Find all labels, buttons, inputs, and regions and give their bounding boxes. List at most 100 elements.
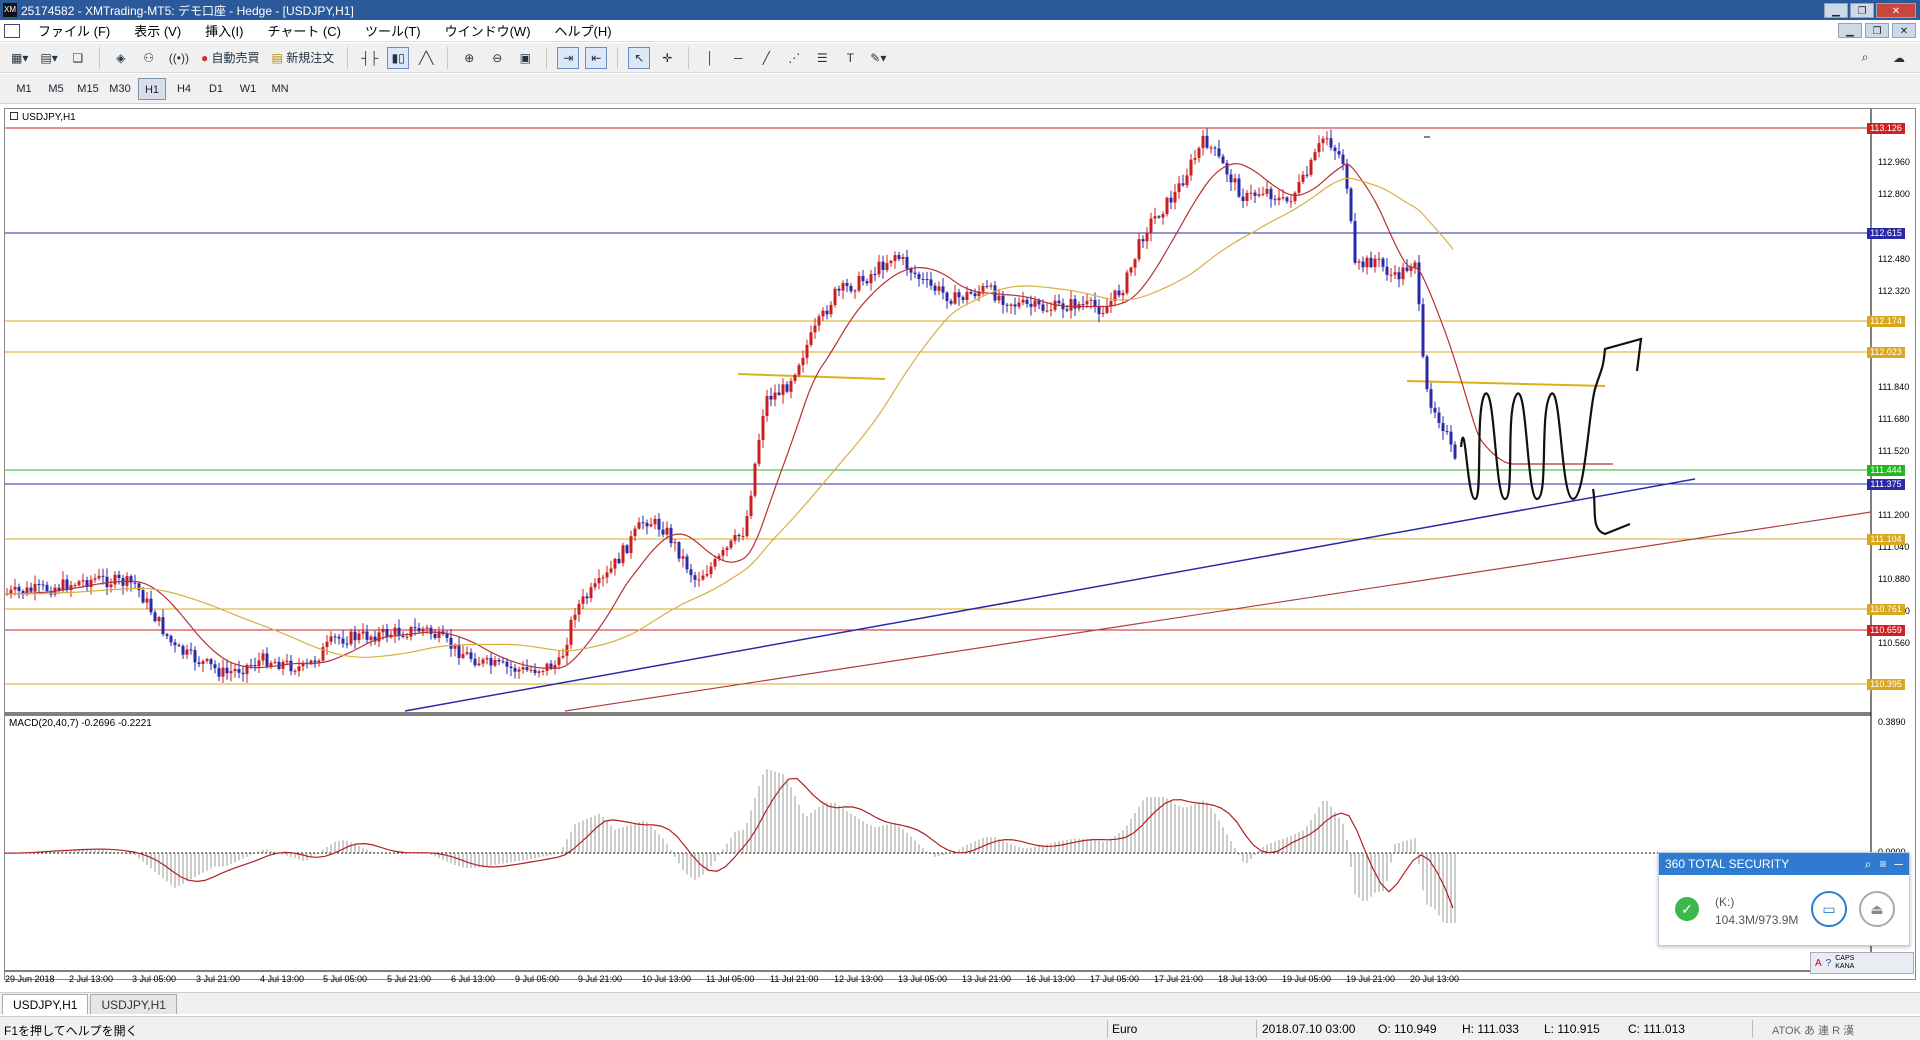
candle-body: [189, 649, 193, 651]
date-tick: 19 Jul 21:00: [1346, 974, 1396, 984]
objects-icon[interactable]: ✎▾: [867, 47, 889, 69]
line-chart-icon[interactable]: ╱╲: [415, 47, 437, 69]
menu-icon[interactable]: ≡: [1879, 853, 1886, 875]
candle-body: [685, 556, 689, 570]
search-icon[interactable]: ⌕: [1854, 47, 1876, 69]
date-tick: 20 Jul 13:00: [1410, 974, 1460, 984]
price-chart[interactable]: [5, 109, 1915, 979]
menu-window[interactable]: ウインドウ(W): [433, 21, 543, 40]
crosshair-icon[interactable]: ✛: [656, 47, 678, 69]
cursor-icon[interactable]: ↖: [628, 46, 651, 69]
candle-body: [681, 556, 685, 559]
candle-body: [761, 416, 765, 440]
channel-icon[interactable]: ☰: [811, 47, 833, 69]
date-tick: 19 Jul 05:00: [1282, 974, 1332, 984]
caps-indicator: CAPS: [1835, 955, 1855, 962]
candle-body: [725, 547, 729, 551]
candle-body: [493, 660, 497, 666]
security-popup[interactable]: 360 TOTAL SECURITY ⌕ ≡ ─ ✓ (K:) 104.3M/9…: [1658, 852, 1910, 946]
candle-body: [877, 261, 881, 275]
trendline-icon[interactable]: ╱: [755, 47, 777, 69]
candle-body: [353, 631, 357, 641]
child-minimize-button[interactable]: ▁: [1838, 23, 1862, 38]
minimize-icon[interactable]: ─: [1894, 853, 1903, 875]
candle-body: [745, 516, 749, 537]
auto-trade-button[interactable]: ● 自動売買: [198, 47, 263, 69]
chart-window[interactable]: USDJPY,H1 MACD(20,40,7) -0.2696 -0.2221 …: [4, 108, 1916, 984]
candle-body: [1205, 135, 1209, 148]
menu-file[interactable]: ファイル (F): [26, 21, 122, 40]
autoscroll-icon[interactable]: ⇥: [557, 46, 580, 69]
tf-m30[interactable]: M30: [106, 78, 134, 100]
zoom-out-icon[interactable]: ⊖: [486, 47, 508, 69]
menu-view[interactable]: 表示 (V): [122, 21, 193, 40]
candle-chart-icon[interactable]: ▮▯: [387, 46, 410, 69]
tf-h4[interactable]: H4: [170, 78, 198, 100]
bar-chart-icon[interactable]: ┤├: [358, 47, 381, 69]
help-icon[interactable]: ?: [1826, 958, 1832, 969]
tf-mn[interactable]: MN: [266, 78, 294, 100]
tf-d1[interactable]: D1: [202, 78, 230, 100]
search-icon[interactable]: ⌕: [1865, 853, 1872, 875]
date-tick: 12 Jul 13:00: [834, 974, 884, 984]
vertical-line-icon[interactable]: │: [699, 47, 721, 69]
fibo-icon[interactable]: ⋰: [783, 47, 805, 69]
chart-window-icon[interactable]: [4, 23, 20, 38]
tf-m5[interactable]: M5: [42, 78, 70, 100]
candle-body: [1217, 148, 1221, 157]
chat-icon[interactable]: ☁: [1888, 47, 1910, 69]
horizontal-line-icon[interactable]: ─: [727, 47, 749, 69]
candle-body: [1137, 239, 1141, 260]
price-tick: 110.560: [1878, 638, 1910, 648]
candle-body: [317, 660, 321, 663]
signals-icon[interactable]: ((•)): [166, 47, 192, 69]
templates-icon[interactable]: ❏: [67, 47, 89, 69]
text-icon[interactable]: T: [839, 47, 861, 69]
minimize-button[interactable]: ▁: [1824, 2, 1848, 18]
profiles-icon[interactable]: ▤▾: [37, 47, 60, 69]
tf-m1[interactable]: M1: [10, 78, 38, 100]
candle-body: [33, 583, 37, 592]
new-chart-icon[interactable]: ▦▾: [8, 47, 31, 69]
tf-h1[interactable]: H1: [138, 77, 166, 100]
chart-tab[interactable]: USDJPY,H1: [2, 994, 89, 1014]
candle-body: [985, 285, 989, 287]
candle-body: [529, 669, 533, 671]
child-restore-button[interactable]: ❐: [1865, 23, 1889, 38]
menu-tools[interactable]: ツール(T): [353, 21, 433, 40]
navigator-icon[interactable]: ⚇: [138, 47, 160, 69]
toolbar-separator: [347, 46, 349, 69]
new-order-button[interactable]: ▤ 新規注文: [269, 47, 338, 69]
chart-tab[interactable]: USDJPY,H1: [90, 994, 177, 1014]
candle-body: [989, 285, 993, 287]
child-close-button[interactable]: ✕: [1892, 23, 1916, 38]
chart-shift-icon[interactable]: ⇤: [585, 46, 608, 69]
candle-body: [1193, 158, 1197, 160]
eject-icon[interactable]: ⏏: [1859, 891, 1895, 927]
tf-w1[interactable]: W1: [234, 78, 262, 100]
tf-m15[interactable]: M15: [74, 78, 102, 100]
candle-body: [1097, 307, 1101, 315]
menu-help[interactable]: ヘルプ(H): [543, 21, 624, 40]
candle-body: [165, 634, 169, 636]
date-tick: 13 Jul 21:00: [962, 974, 1012, 984]
candle-body: [293, 671, 297, 673]
folder-icon[interactable]: ▭: [1811, 891, 1847, 927]
close-button[interactable]: ✕: [1876, 2, 1916, 18]
candle-body: [465, 652, 469, 654]
menu-insert[interactable]: 挿入(I): [193, 21, 255, 40]
candle-body: [405, 636, 409, 638]
maximize-button[interactable]: ❐: [1850, 2, 1874, 18]
acrobat-icon[interactable]: A: [1815, 958, 1822, 969]
auto-trade-icon: ●: [200, 50, 209, 65]
candle-body: [297, 666, 301, 672]
tile-icon[interactable]: ▣: [514, 47, 536, 69]
candle-body: [973, 293, 977, 297]
zoom-in-icon[interactable]: ⊕: [458, 47, 480, 69]
candle-body: [921, 278, 925, 280]
candle-body: [357, 633, 361, 641]
menu-chart[interactable]: チャート (C): [255, 21, 353, 40]
candle-body: [241, 672, 245, 675]
market-watch-icon[interactable]: ◈: [110, 47, 132, 69]
candle-body: [1305, 174, 1309, 176]
